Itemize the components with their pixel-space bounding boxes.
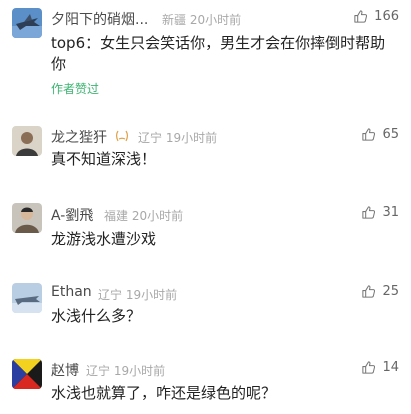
comment-location: 辽宁 xyxy=(138,131,163,145)
thumbs-up-icon xyxy=(362,206,376,219)
person-photo-avatar[interactable] xyxy=(12,126,42,156)
commenter-name[interactable]: 赵博 xyxy=(51,360,79,380)
like-count: 65 xyxy=(382,127,399,142)
thumbs-up-icon xyxy=(362,128,376,141)
comment-time: 19小时前 xyxy=(125,288,178,302)
like-count: 25 xyxy=(382,284,399,299)
author-liked-tag: 作者赞过 xyxy=(51,82,100,96)
comment-time: 19小时前 xyxy=(113,364,166,378)
commenter-name[interactable]: A-劉飛 xyxy=(51,205,93,225)
thumbs-up-icon xyxy=(362,285,376,298)
comment-time: 20小时前 xyxy=(189,13,242,27)
comment-location: 新疆 xyxy=(162,13,187,27)
comment-time: 20小时前 xyxy=(131,209,184,223)
comment-text: top6：女生只会笑话你，男生才会在你摔倒时帮助你 xyxy=(51,34,386,73)
like-count: 166 xyxy=(374,9,399,24)
comment-text: 龙游浅水遭沙戏 xyxy=(51,230,157,248)
comment-meta: 新疆 20小时前 xyxy=(162,11,241,28)
comment-location: 福建 xyxy=(104,209,129,223)
comment-time: 19小时前 xyxy=(165,131,218,145)
comment-text: 水浅也就算了，咋还是绿色的呢？ xyxy=(51,384,277,402)
commenter-name[interactable]: 夕阳下的硝烟... xyxy=(51,9,148,29)
like-button[interactable]: 166 xyxy=(353,9,399,24)
like-count: 14 xyxy=(382,360,399,375)
comment-text: 水浅什么多？ xyxy=(51,307,142,325)
comment-text: 真不知道深浅！ xyxy=(51,150,157,168)
comment-location: 辽宁 xyxy=(98,288,123,302)
commenter-name[interactable]: Ethan xyxy=(51,284,92,300)
thumbs-up-icon xyxy=(362,361,376,374)
wheat-badge-icon xyxy=(115,130,129,146)
fighter-jet-avatar[interactable] xyxy=(12,8,42,38)
comment-meta: 辽宁 19小时前 xyxy=(86,362,165,379)
like-count: 31 xyxy=(382,205,399,220)
comment-meta: 辽宁 19小时前 xyxy=(98,286,177,303)
aircraft-avatar[interactable] xyxy=(12,283,42,313)
like-button[interactable]: 65 xyxy=(361,127,399,142)
thumbs-up-icon xyxy=(354,10,368,23)
flag-avatar[interactable] xyxy=(12,359,42,389)
commenter-name[interactable]: 龙之狴犴 xyxy=(51,127,129,147)
comment-meta: 辽宁 19小时前 xyxy=(138,129,217,146)
person-photo-avatar[interactable] xyxy=(12,203,42,233)
comment-meta: 福建 20小时前 xyxy=(104,207,183,224)
comment-location: 辽宁 xyxy=(86,364,111,378)
like-button[interactable]: 25 xyxy=(361,284,399,299)
like-button[interactable]: 31 xyxy=(361,205,399,220)
like-button[interactable]: 14 xyxy=(361,360,399,375)
